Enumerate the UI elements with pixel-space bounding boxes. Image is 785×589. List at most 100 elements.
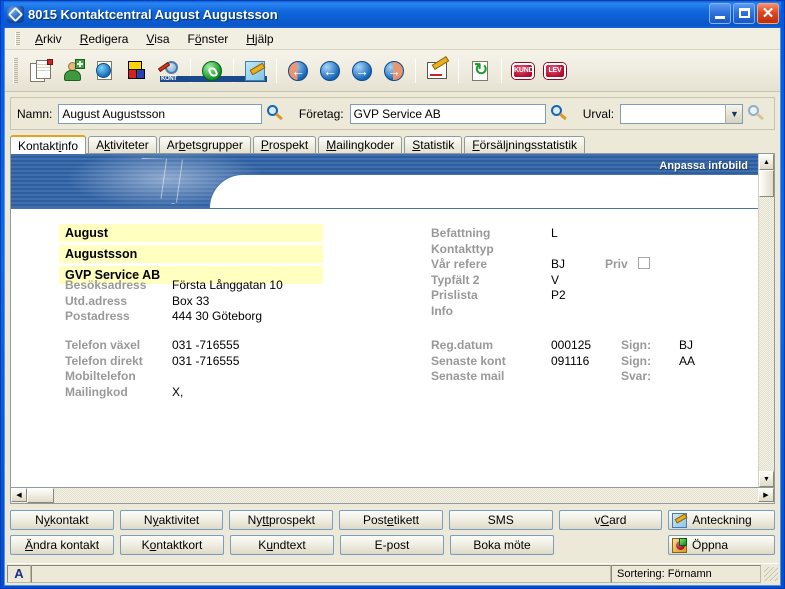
typfalt2-label: Typfält 2 bbox=[431, 272, 480, 287]
lev-button[interactable]: LEV bbox=[540, 56, 570, 86]
senaste-kont-value: 091116 bbox=[551, 353, 590, 368]
alphabet-sort-icon: A bbox=[14, 566, 24, 581]
window-title: 8015 Kontaktcentral August Augustsson bbox=[28, 7, 278, 22]
close-button[interactable]: ✕ bbox=[757, 3, 779, 24]
action-button-row-2: Ändra kontakt Ko ntaktkort Ku ndtext E-pos… bbox=[10, 535, 775, 555]
senaste-mail-value bbox=[551, 369, 621, 385]
priv-checkbox[interactable] bbox=[637, 257, 650, 269]
tab-arbetsgrupper[interactable]: Arbetsgrupper bbox=[158, 136, 251, 153]
scroll-down-button[interactable]: ▼ bbox=[759, 471, 774, 487]
oppna-button[interactable]: Öppna bbox=[668, 535, 775, 555]
toolbar-separator bbox=[415, 58, 416, 83]
priv-label: Priv bbox=[605, 257, 628, 271]
kont-search-icon: KONT bbox=[157, 59, 267, 83]
contact-lastname-highlight: Augustsson bbox=[59, 245, 323, 263]
hscroll-thumb[interactable] bbox=[27, 488, 54, 503]
first-record-button[interactable]: ← bbox=[283, 56, 313, 86]
urval-search-icon[interactable] bbox=[745, 104, 766, 124]
tab-prospekt[interactable]: Prospekt bbox=[252, 136, 317, 153]
epost-button[interactable]: E-post bbox=[340, 535, 444, 555]
foretag-search-icon[interactable] bbox=[548, 104, 569, 124]
note-icon bbox=[672, 512, 688, 528]
last-record-button[interactable]: → bbox=[379, 56, 409, 86]
mailingkod-value: X, bbox=[172, 384, 184, 399]
postetikett-button[interactable]: Post e tikett bbox=[339, 510, 443, 530]
tab-aktiviteter[interactable]: Aktiviteter bbox=[88, 136, 157, 153]
utdadress-value: Box 33 bbox=[172, 293, 210, 308]
senaste-kont-sign-value: AA bbox=[679, 353, 696, 368]
phone-call-button[interactable] bbox=[197, 56, 227, 86]
status-message bbox=[31, 564, 611, 583]
namn-search-icon[interactable] bbox=[264, 104, 285, 124]
contact-fields: August Augustsson GVP Service AB Besöksa… bbox=[11, 210, 758, 487]
add-person-button[interactable] bbox=[58, 56, 88, 86]
anpassa-infobild-link[interactable]: Anpassa infobild bbox=[659, 160, 748, 172]
vscroll-track[interactable] bbox=[759, 170, 774, 471]
tab-statistik[interactable]: Statistik bbox=[404, 136, 463, 153]
minimize-button[interactable] bbox=[709, 3, 731, 24]
kund-button[interactable]: KUND bbox=[508, 56, 538, 86]
scroll-right-button[interactable]: ▶ bbox=[758, 488, 774, 502]
sign-document-button[interactable] bbox=[422, 56, 452, 86]
close-icon: ✕ bbox=[761, 5, 775, 22]
tab-mailingkoder[interactable]: Mailingkoder bbox=[318, 136, 403, 153]
menu-item-hjalp[interactable]: Hjälp bbox=[237, 30, 282, 48]
previous-record-button[interactable]: ← bbox=[315, 56, 345, 86]
regdatum-sign-value: BJ bbox=[679, 338, 694, 352]
button-spacer bbox=[560, 535, 662, 555]
details-row: Typfält 2 V bbox=[431, 273, 650, 289]
ny-kontakt-button[interactable]: Ny kontakt bbox=[10, 510, 114, 530]
foretag-input[interactable] bbox=[349, 103, 547, 124]
last-record-icon: → bbox=[382, 59, 406, 83]
namn-input[interactable] bbox=[58, 103, 263, 124]
typfalt2-value: V bbox=[551, 272, 560, 287]
dates-row: Reg.datum 000125 Sign: BJ bbox=[431, 338, 695, 354]
address-row: Postadress 444 30 Göteborg bbox=[65, 309, 283, 325]
new-contact-doc-button[interactable] bbox=[26, 56, 56, 86]
hscroll-track[interactable] bbox=[54, 488, 758, 503]
kontaktkort-button[interactable]: Ko ntaktkort bbox=[120, 535, 224, 555]
tab-forsaljningsstatistik[interactable]: Försäljningsstatistik bbox=[464, 136, 585, 153]
scroll-up-button[interactable]: ▲ bbox=[759, 154, 774, 170]
panel-vertical-scrollbar[interactable]: ▲ ▼ bbox=[758, 154, 774, 487]
details-row: Info bbox=[431, 304, 650, 320]
resize-grip-icon[interactable] bbox=[764, 566, 778, 581]
phone-row: Mobiltelefon bbox=[65, 369, 239, 385]
telefon-direkt-value: 031 -716555 bbox=[172, 353, 240, 368]
var-refere-value: BJ bbox=[551, 257, 566, 271]
senaste-kont-sign-label: Sign: bbox=[621, 353, 651, 368]
vcard-button[interactable]: v Card bbox=[558, 510, 663, 530]
phone-row: Telefon växel 031 -716555 bbox=[65, 338, 239, 354]
menu-bar: Arkiv Redigera Visa Fönster Hjälp bbox=[5, 28, 780, 50]
menu-item-redigera[interactable]: Redigera bbox=[71, 30, 138, 48]
details-row: Kontakttyp bbox=[431, 242, 650, 258]
ny-aktivitet-button[interactable]: Ny aktivitet bbox=[119, 510, 224, 530]
vscroll-thumb[interactable] bbox=[759, 170, 774, 197]
sms-button[interactable]: SMS bbox=[448, 510, 553, 530]
note-edit-button[interactable] bbox=[240, 56, 270, 86]
next-record-button[interactable]: → bbox=[347, 56, 377, 86]
maximize-button[interactable] bbox=[733, 3, 755, 24]
search-bar: Namn: Företag: Urval: ▼ bbox=[10, 97, 775, 130]
nytt-prospekt-button[interactable]: Ny tt prospekt bbox=[229, 510, 334, 530]
boka-mote-button[interactable]: Boka möte bbox=[450, 535, 554, 555]
panel-horizontal-scrollbar[interactable]: ◀ ▶ bbox=[10, 488, 775, 504]
kont-search-button[interactable]: KONT bbox=[154, 56, 267, 86]
phone-group: Telefon växel 031 -716555 Telefon direkt… bbox=[65, 338, 239, 400]
menu-item-arkiv[interactable]: Arkiv bbox=[26, 30, 71, 48]
urval-select[interactable]: ▼ bbox=[620, 103, 744, 124]
color-blocks-button[interactable] bbox=[122, 56, 152, 86]
anteckning-button[interactable]: Anteckning bbox=[668, 510, 776, 530]
kundtext-button[interactable]: Ku ndtext bbox=[230, 535, 334, 555]
menu-item-visa[interactable]: Visa bbox=[137, 30, 178, 48]
lev-icon-label: LEV bbox=[548, 66, 562, 74]
refresh-icon bbox=[468, 59, 492, 83]
andra-kontakt-button[interactable]: Ändra kontakt bbox=[10, 535, 114, 555]
refresh-button[interactable] bbox=[465, 56, 495, 86]
web-document-button[interactable] bbox=[90, 56, 120, 86]
chevron-down-icon: ▼ bbox=[725, 104, 743, 123]
window-controls: ✕ bbox=[709, 3, 779, 24]
menu-item-fonster[interactable]: Fönster bbox=[179, 30, 238, 48]
scroll-left-button[interactable]: ◀ bbox=[11, 488, 27, 502]
tab-kontaktinfo[interactable]: Kontaktinfo bbox=[10, 135, 87, 154]
